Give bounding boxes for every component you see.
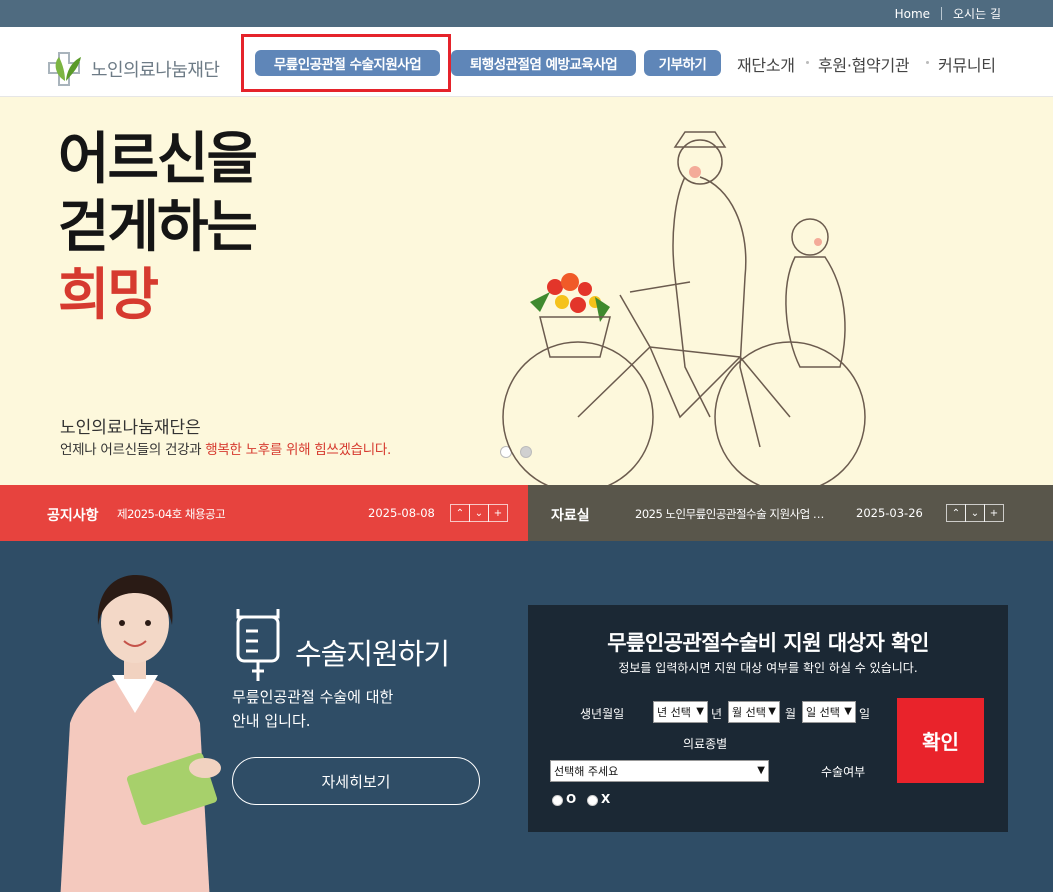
insurance-type-value: 선택해 주세요 [554,765,619,778]
day-unit: 일 [859,707,871,721]
archive-controls: ⌃ ⌄ + [946,504,1004,522]
logo-cross-leaf-icon [47,51,85,87]
hero-subtitle-highlight: 행복한 노후를 위해 힘쓰겠습니다. [205,442,391,458]
archive-title[interactable]: 자료실 [551,505,590,525]
birthdate-label: 생년월일 [580,707,625,721]
year-unit: 년 [711,707,723,721]
chevron-up-icon[interactable]: ⌃ [946,504,966,522]
hero-banner: 어르신을 걷게하는 희망 노인의료나눔재단은 언제나 어르신들의 건강과 행복한… [0,97,1053,485]
birth-month-value: 월 선택 [732,706,766,719]
notice-date: 2025-08-08 [368,506,435,520]
radio-no-label: X [601,792,611,806]
eligibility-check-panel: 무릎인공관절수술비 지원 대상자 확인 정보를 입력하시면 지원 대상 여부를 … [528,605,1008,832]
radio-yes-label: O [566,792,577,806]
plus-icon[interactable]: + [984,504,1004,522]
chevron-down-icon: ▼ [768,706,776,717]
archive-bar: 자료실 2025 노인무릎인공관절수술 지원사업 … 2025-03-26 ⌃ … [528,485,1053,541]
chevron-down-icon: ▼ [696,706,704,717]
chevron-down-icon: ▼ [844,706,852,717]
directions-link[interactable]: 오시는 길 [953,5,1001,22]
birth-month-select[interactable]: 월 선택 ▼ [728,701,780,723]
divider [941,7,943,20]
radio-surgery-no[interactable] [587,795,598,806]
surgery-support-title: 수술지원하기 [295,637,450,671]
surgery-status-label: 수술여부 [821,765,866,779]
hero-title-line: 걷게하는 [58,194,258,260]
nav-community[interactable]: 커뮤니티 [938,52,996,76]
insurance-type-label: 의료종별 [683,737,728,751]
plus-icon[interactable]: + [488,504,508,522]
notice-title[interactable]: 공지사항 [47,505,99,525]
birth-year-select[interactable]: 년 선택 ▼ [653,701,708,723]
chevron-down-icon: ▼ [757,765,765,776]
details-button[interactable]: 자세히보기 [232,757,480,805]
eligibility-title: 무릎인공관절수술비 지원 대상자 확인 [607,631,929,655]
hero-title-line: 어르신을 [58,126,258,192]
nav-separator [926,61,929,64]
site-header: 노인의료나눔재단 무릎인공관절 수술지원사업 퇴행성관절염 예방교육사업 기부하… [0,27,1053,97]
nurse-illustration [60,575,221,892]
chevron-down-icon[interactable]: ⌄ [965,504,985,522]
eligibility-subtitle: 정보를 입력하시면 지원 대상 여부를 확인 하실 수 있습니다. [618,661,918,675]
month-unit: 월 [785,707,797,721]
description-line: 무릎인공관절 수술에 대한 [232,688,394,706]
support-section: 수술지원하기 무릎인공관절 수술에 대한 안내 입니다. 자세히보기 무릎인공관… [0,541,1053,892]
chevron-up-icon[interactable]: ⌃ [450,504,470,522]
logo-text: 노인의료나눔재단 [91,60,220,81]
highlight-box [241,34,451,92]
confirm-button[interactable]: 확인 [897,698,984,783]
nav-arthritis-education[interactable]: 퇴행성관절염 예방교육사업 [451,50,636,76]
nav-separator [806,61,809,64]
top-utility-bar: Home 오시는 길 [0,0,1053,27]
archive-date: 2025-03-26 [856,506,923,520]
chevron-down-icon[interactable]: ⌄ [469,504,489,522]
birth-year-value: 년 선택 [657,706,691,719]
notice-bar: 공지사항 제2025-04호 채용공고 2025-08-08 ⌃ ⌄ + [0,485,528,541]
iv-drip-icon [236,609,280,681]
site-logo[interactable]: 노인의료나눔재단 [47,51,220,87]
archive-latest-item[interactable]: 2025 노인무릎인공관절수술 지원사업 … [635,506,824,522]
nav-sponsors[interactable]: 후원·협약기관 [818,52,910,76]
surgery-support-description: 무릎인공관절 수술에 대한 안내 입니다. [232,685,393,733]
birth-day-value: 일 선택 [806,706,840,719]
hero-subtitle-text: 언제나 어르신들의 건강과 [60,442,206,458]
hero-title-line: 희망 [58,262,159,328]
radio-surgery-yes[interactable] [552,795,563,806]
notice-latest-item[interactable]: 제2025-04호 채용공고 [117,506,226,522]
hero-title: 어르신을 걷게하는 희망 [58,125,258,329]
hero-org-name: 노인의료나눔재단은 [60,418,201,438]
nav-about[interactable]: 재단소개 [737,52,795,76]
utility-links: Home 오시는 길 [895,5,1001,22]
nav-donate[interactable]: 기부하기 [644,50,721,76]
description-line: 안내 입니다. [232,712,311,730]
insurance-type-select[interactable]: 선택해 주세요 ▼ [550,760,769,782]
birth-day-select[interactable]: 일 선택 ▼ [802,701,856,723]
elderly-couple-bicycle-illustration [502,131,866,485]
notice-controls: ⌃ ⌄ + [450,504,508,522]
home-link[interactable]: Home [895,7,930,21]
hero-subtitle: 언제나 어르신들의 건강과 행복한 노후를 위해 힘쓰겠습니다. [60,438,391,458]
